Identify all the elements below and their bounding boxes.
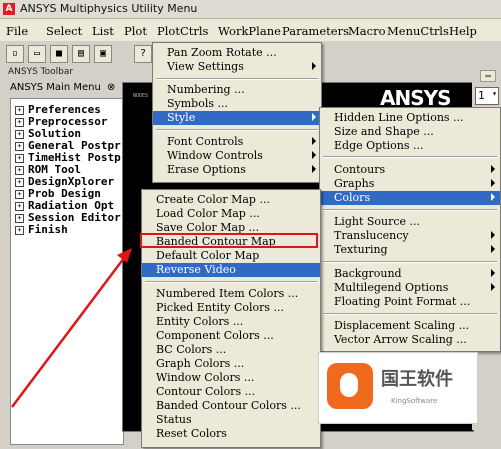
arrow-head-icon	[117, 248, 132, 263]
watermark-logo-icon	[327, 363, 373, 409]
watermark: 国王软件 KingSoftware	[318, 352, 478, 424]
arrow-line	[11, 257, 125, 408]
watermark-title: 国王软件	[381, 369, 453, 390]
watermark-subtitle: KingSoftware	[391, 397, 438, 405]
